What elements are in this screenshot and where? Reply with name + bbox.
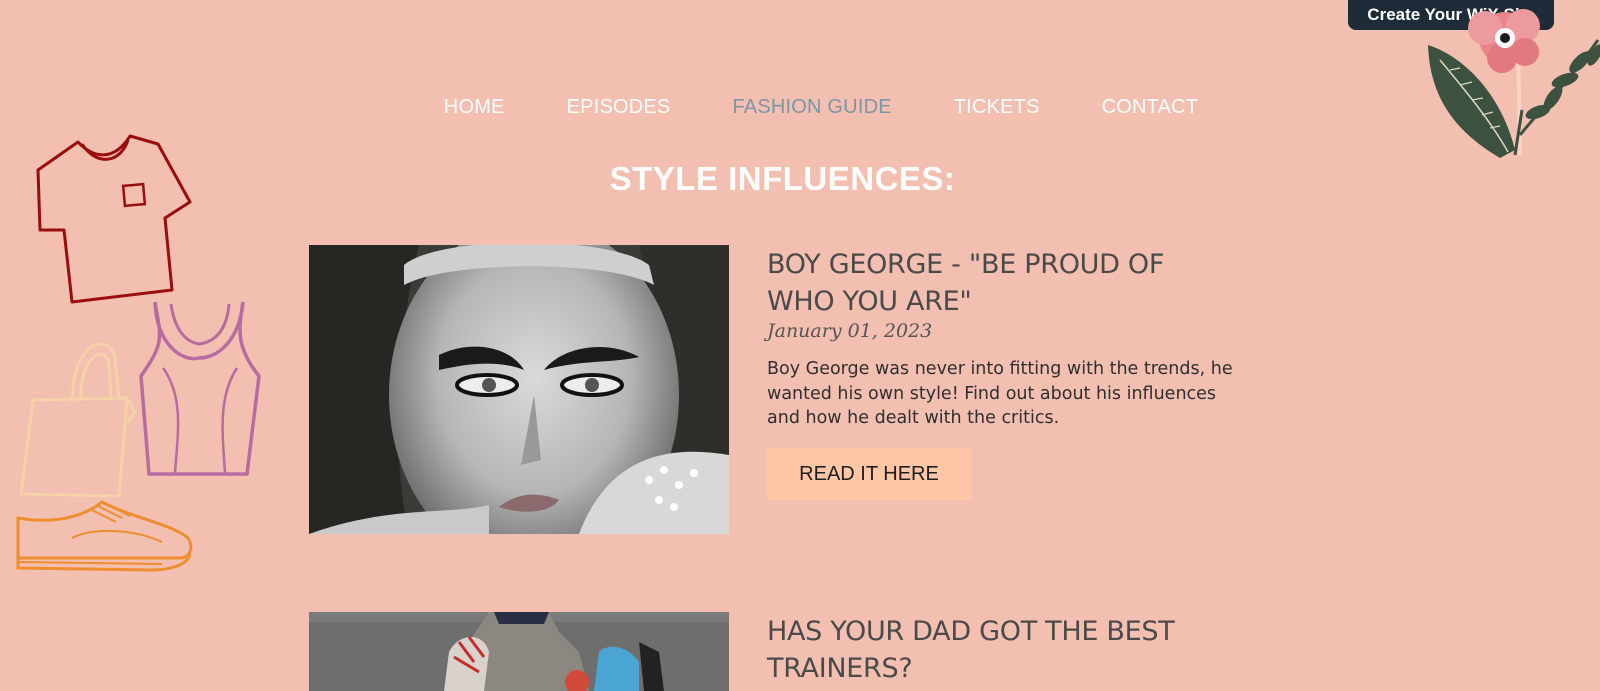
main-nav: HOME EPISODES FASHION GUIDE TICKETS CONT… [0, 96, 1600, 119]
post-date: January 01, 2023 [767, 320, 933, 342]
post-title[interactable]: HAS YOUR DAD GOT THE BEST TRAINERS? [767, 613, 1237, 687]
post-title[interactable]: BOY GEORGE - "BE PROUD OF WHO YOU ARE" [767, 246, 1237, 320]
tshirt-icon [36, 134, 192, 304]
tote-bag-icon [19, 342, 137, 498]
flower-icon [1428, 9, 1600, 158]
portrait-photo [309, 245, 729, 534]
trainer-photo [309, 612, 729, 691]
read-it-here-button[interactable]: READ IT HERE [767, 448, 971, 500]
post-image[interactable] [309, 245, 729, 534]
nav-tickets[interactable]: TICKETS [954, 96, 1040, 119]
nav-contact[interactable]: CONTACT [1102, 96, 1199, 119]
tank-top-icon [139, 301, 261, 476]
nav-home[interactable]: HOME [444, 96, 505, 119]
page-title: STYLE INFLUENCES: [609, 160, 956, 197]
post-excerpt: Boy George was never into fitting with t… [767, 359, 1233, 428]
shoe-icon [16, 500, 193, 572]
nav-episodes[interactable]: EPISODES [567, 96, 671, 119]
nav-fashion-guide[interactable]: FASHION GUIDE [732, 96, 891, 119]
post-image[interactable] [309, 612, 729, 691]
